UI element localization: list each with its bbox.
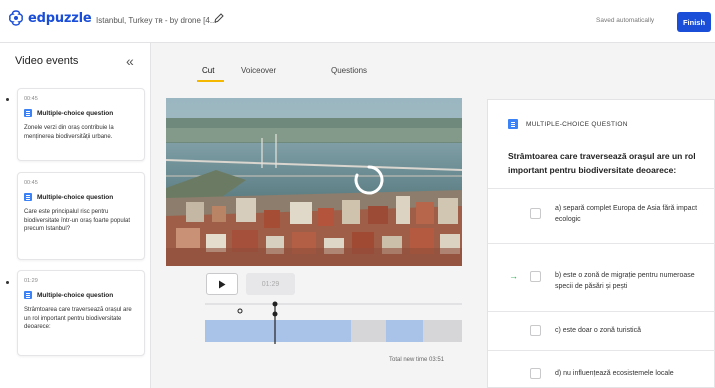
timeline-editor[interactable] <box>205 300 462 348</box>
event-type-label: Multiple-choice question <box>37 193 114 201</box>
event-text: Care este principalul risc pentru biodiv… <box>24 209 131 232</box>
video-frame[interactable] <box>166 98 462 266</box>
play-icon <box>219 280 226 288</box>
tab-cut[interactable]: Cut <box>202 66 214 75</box>
answer-checkbox[interactable] <box>530 271 541 282</box>
loading-spinner-icon <box>354 165 384 195</box>
question-type-header: MULTIPLE-CHOICE QUESTION <box>508 119 628 129</box>
correct-answer-arrow-icon: → <box>509 271 518 281</box>
multiple-choice-icon <box>24 109 32 117</box>
event-time: 01:29 <box>24 278 38 284</box>
answer-option[interactable]: → b) este o zonă de migrație pentru nume… <box>488 243 715 311</box>
question-text: Strâmtoarea care traversează orașul are … <box>508 151 696 175</box>
answer-checkbox[interactable] <box>530 208 541 219</box>
timeline-segment-cut <box>351 320 386 342</box>
timeline-segment-cut <box>423 320 462 342</box>
multiple-choice-icon <box>24 291 32 299</box>
event-type: Multiple-choice question <box>24 291 138 299</box>
answer-option[interactable]: a) separă complet Europa de Asia fără im… <box>488 188 715 243</box>
edpuzzle-logo[interactable]: edpuzzle <box>8 10 92 26</box>
event-text: Strâmtoarea care traversează orașul are … <box>24 307 132 330</box>
saved-status: Saved automatically <box>596 17 655 24</box>
event-card[interactable]: 00:45 Multiple-choice question Zonele ve… <box>17 88 145 161</box>
event-text: Zonele verzi din oraș contribuie la menț… <box>24 125 114 140</box>
event-marker-dot <box>6 98 9 101</box>
event-type: Multiple-choice question <box>24 109 138 117</box>
play-button[interactable] <box>206 273 238 295</box>
event-card[interactable]: 00:45 Multiple-choice question Care este… <box>17 172 145 260</box>
question-panel: MULTIPLE-CHOICE QUESTION Strâmtoarea car… <box>487 99 715 388</box>
event-time: 00:45 <box>24 180 38 186</box>
event-type-label: Multiple-choice question <box>37 291 114 299</box>
answer-option[interactable]: d) nu influențează ecosistemele locale <box>488 350 715 388</box>
logo-text: edpuzzle <box>28 10 92 26</box>
answer-option[interactable]: c) este doar o zonă turistică <box>488 311 715 350</box>
finish-button[interactable]: Finish <box>677 12 711 32</box>
question-marker <box>237 308 243 314</box>
collapse-sidebar-icon[interactable]: « <box>126 53 134 69</box>
timeline-segment-kept <box>386 320 423 342</box>
top-bar: edpuzzle Istanbul, Turkey ᴛʀ - by drone … <box>0 0 715 43</box>
event-time: 00:45 <box>24 96 38 102</box>
event-marker-dot <box>6 281 9 284</box>
timeline-segment-kept <box>205 320 351 342</box>
answer-checkbox[interactable] <box>530 368 541 379</box>
total-new-time: Total new time 03:51 <box>389 357 445 363</box>
active-tab-indicator <box>197 80 224 82</box>
edit-pencil-icon[interactable] <box>213 12 225 24</box>
playhead-knob <box>272 311 278 317</box>
event-card[interactable]: 01:29 Multiple-choice question Strâmtoar… <box>17 270 145 356</box>
answer-text: a) separă complet Europa de Asia fără im… <box>555 205 698 223</box>
answer-text: c) este doar o zonă turistică <box>555 327 641 334</box>
multiple-choice-icon <box>24 193 32 201</box>
sidebar-title: Video events <box>15 55 79 67</box>
project-title[interactable]: Istanbul, Turkey ᴛʀ - by drone [4... <box>96 16 217 25</box>
current-time-display: 01:29 <box>246 273 295 295</box>
tab-questions[interactable]: Questions <box>331 66 367 75</box>
answer-text: b) este o zonă de migrație pentru numero… <box>555 272 695 290</box>
multiple-choice-icon <box>508 119 518 129</box>
answer-checkbox[interactable] <box>530 325 541 336</box>
answer-text: d) nu influențează ecosistemele locale <box>555 370 674 377</box>
event-type-label: Multiple-choice question <box>37 109 114 117</box>
question-type-label: MULTIPLE-CHOICE QUESTION <box>526 120 628 128</box>
tab-voiceover[interactable]: Voiceover <box>241 66 276 75</box>
edpuzzle-logo-icon <box>9 10 23 26</box>
event-type: Multiple-choice question <box>24 193 138 201</box>
